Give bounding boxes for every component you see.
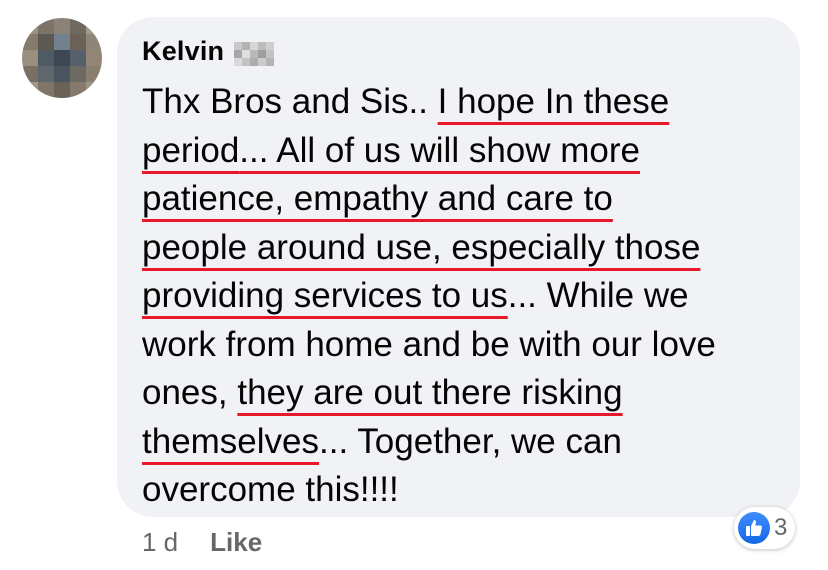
avatar-pixel [38,18,54,34]
avatar-pixel [70,34,86,50]
avatar-pixel [54,66,70,82]
underlined-text-segment: ... All of us will show more [239,130,640,170]
avatar-pixel [38,66,54,82]
avatar-pixel [38,50,54,66]
avatar[interactable] [22,18,102,98]
blur-pixel [258,50,267,58]
avatar-pixel [70,82,86,98]
text-segment: overcome this!!!! [142,470,399,509]
blur-pixel [258,42,267,50]
blur-pixel [234,42,243,50]
underlined-text-segment: patience, empathy and care to [142,179,613,218]
underlined-text-segment: people around use, especially those [142,227,701,267]
comment-line: providing services to us... While we [142,272,792,321]
blur-pixel [242,58,251,66]
comment-line: people around use, especially those [142,224,792,273]
blur-pixel [266,58,275,66]
reaction-count: 3 [774,514,788,541]
avatar-pixel [70,50,86,66]
avatar-pixel [54,50,70,66]
comment-header: Kelvin [142,34,275,68]
blur-pixel [258,58,267,66]
blur-pixel [266,42,275,50]
author-name[interactable]: Kelvin [142,36,224,67]
comment-line: themselves... Together, we can [142,418,792,467]
text-segment: work from home and be with our love [142,324,716,364]
blur-pixel [250,50,259,58]
comment-line: ones, they are out there risking [142,369,792,418]
blur-pixel [266,50,275,58]
avatar-pixel [86,82,102,98]
blur-pixel [242,50,251,58]
like-button[interactable]: Like [210,527,262,558]
text-segment: ... While we [507,276,689,315]
comment-line: patience, empathy and care to [142,175,792,224]
avatar-pixel [54,34,70,50]
avatar-pixel [54,18,70,34]
blur-pixel [250,42,259,50]
avatar-pixel [70,18,86,34]
underlined-text-segment: themselves [142,421,320,461]
text-segment: ones, [142,373,238,412]
avatar-pixel [70,66,86,82]
avatar-pixel [86,18,102,34]
underlined-text-segment: providing services to us [142,276,508,315]
underlined-text-segment: they are out there risking [237,373,623,412]
blur-pixel [250,58,259,66]
avatar-pixel [22,82,38,98]
avatar-pixel [22,34,38,50]
timestamp[interactable]: 1 d [142,527,178,558]
reaction-summary[interactable]: 3 [734,507,796,549]
blur-pixel [234,50,243,58]
avatar-pixel [54,82,70,98]
avatar-pixel [86,50,102,66]
comment-line: overcome this!!!! [142,466,792,515]
avatar-pixel [38,82,54,98]
avatar-pixel [22,66,38,82]
blur-pixel [242,42,251,50]
underlined-text-segment: period [142,130,240,170]
comment-line: period... All of us will show more [142,127,792,176]
avatar-pixel [22,18,38,34]
avatar-pixel [22,50,38,66]
underlined-text-segment: I hope In these [437,82,670,121]
comment-footer: 1 d Like [142,527,262,558]
comment-line: Thx Bros and Sis.. I hope In these [142,78,792,127]
avatar-pixel [38,34,54,50]
comment-text: Thx Bros and Sis.. I hope In these period… [142,78,792,515]
comment-line: work from home and be with our love [142,321,792,370]
thumbs-up-icon [738,512,770,544]
text-segment: ... Together, we can [319,421,622,461]
blurred-surname [234,42,275,66]
avatar-pixel [86,66,102,82]
avatar-pixel [86,34,102,50]
text-segment: Thx Bros and Sis.. [142,82,438,121]
blur-pixel [234,58,243,66]
